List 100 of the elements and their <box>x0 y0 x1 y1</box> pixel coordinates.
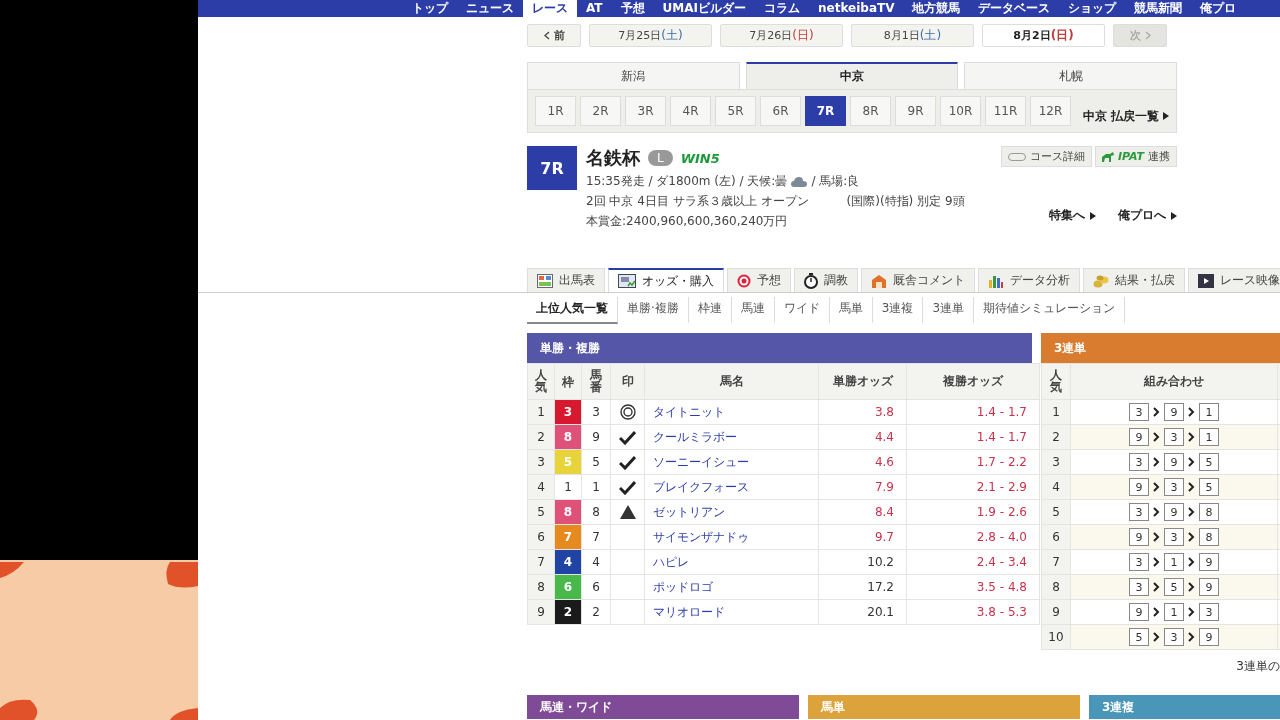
date-tab[interactable]: 8月2日(日) <box>982 24 1105 47</box>
race-number-tab[interactable]: 12R <box>1030 96 1071 126</box>
race-number-tab[interactable]: 8R <box>850 96 891 126</box>
horse-number-box: 5 <box>1199 478 1219 496</box>
chevron-icon <box>1188 632 1195 642</box>
race-tab[interactable]: データ分析 <box>978 268 1080 292</box>
date-tab[interactable]: 8月1日(土) <box>851 24 974 47</box>
feature-link[interactable]: 特集へ <box>1049 207 1096 224</box>
odds-sub-tab[interactable]: 上位人気一覧 <box>527 297 618 324</box>
nav-link[interactable]: レース <box>523 0 577 17</box>
prev-button[interactable]: 前 <box>527 24 581 47</box>
race-number-tab[interactable]: 7R <box>805 96 846 126</box>
race-number-tab[interactable]: 5R <box>715 96 756 126</box>
column-header: 馬番 <box>581 363 611 400</box>
chevron-icon <box>1188 532 1195 542</box>
chevron-icon <box>1153 582 1160 592</box>
place-odds-cell: 1.4 - 1.7 <box>906 399 1040 425</box>
table-icon <box>537 273 553 288</box>
horse-name-link[interactable]: ブレイクフォース <box>644 474 819 500</box>
course-detail-button[interactable]: コース詳細 <box>1000 146 1092 167</box>
horse-name-link[interactable]: クールミラボー <box>644 424 819 450</box>
race-tab[interactable]: 予想 <box>727 268 791 292</box>
nav-link[interactable]: トップ <box>403 0 457 17</box>
odds-sub-tab[interactable]: 期待値シミュレーション <box>974 297 1126 324</box>
horse-number-box: 5 <box>1129 628 1149 646</box>
section-header-bar: 馬連・ワイド <box>527 695 799 719</box>
horse-name-link[interactable]: ゼットリアン <box>644 499 819 525</box>
table-cell: 9 <box>581 424 611 450</box>
trifecta-note: 3連単の <box>1236 659 1280 673</box>
ipat-button[interactable]: IPAT 連携 <box>1094 146 1177 167</box>
odds-sub-tab[interactable]: 馬連 <box>731 297 775 324</box>
horse-name-link[interactable]: ポッドロゴ <box>644 574 819 600</box>
odds-sub-tab[interactable]: ワイド <box>774 297 830 324</box>
venue-tab[interactable]: 札幌 <box>964 62 1177 89</box>
chevron-icon <box>543 31 550 40</box>
feature-link[interactable]: 俺プロへ <box>1118 207 1177 224</box>
date-tab[interactable]: 7月26日(日) <box>720 24 843 47</box>
race-number-tab[interactable]: 6R <box>760 96 801 126</box>
race-tab[interactable]: 出馬表 <box>527 268 605 292</box>
venue-tab[interactable]: 中京 <box>745 62 959 89</box>
date-tab[interactable]: 7月25日(土) <box>589 24 712 47</box>
nav-link[interactable]: 競馬新聞 <box>1125 0 1192 17</box>
payout-link[interactable]: 中京 払戻一覧 <box>1082 107 1169 125</box>
nav-link[interactable]: netkeibaTV <box>809 0 904 17</box>
nav-link[interactable]: 予想 <box>611 0 654 17</box>
horse-number-box: 3 <box>1199 603 1219 621</box>
place-odds-cell: 2.1 - 2.9 <box>906 474 1040 500</box>
odds-sub-tab[interactable]: 枠連 <box>688 297 732 324</box>
race-number-tab[interactable]: 10R <box>940 96 981 126</box>
race-number-tab[interactable]: 1R <box>535 96 576 126</box>
nav-link[interactable]: データベース <box>969 0 1060 17</box>
horse-number-box: 5 <box>1164 578 1184 596</box>
odds-sub-tab[interactable]: 馬単 <box>829 297 873 324</box>
horse-name-link[interactable]: ソーニーイシュー <box>644 449 819 475</box>
nav-link[interactable]: コラム <box>755 0 809 17</box>
column-header: 印 <box>610 363 645 400</box>
odds-sub-tab[interactable]: 3連複 <box>872 297 924 324</box>
race-number-tab[interactable]: 3R <box>625 96 666 126</box>
nav-link[interactable]: UMAIビルダー <box>653 0 755 17</box>
place-odds-cell: 1.4 - 1.7 <box>906 424 1040 450</box>
odds-sub-tab[interactable]: 3連単 <box>923 297 975 324</box>
column-header: 人気 <box>527 363 555 400</box>
check-icon <box>619 479 636 495</box>
column-header: 枠 <box>554 363 582 400</box>
place-odds-cell: 3.5 - 4.8 <box>906 574 1040 600</box>
table-cell: 7 <box>581 524 611 550</box>
race-number-tab[interactable]: 9R <box>895 96 936 126</box>
table-cell: 2 <box>1041 424 1071 450</box>
odds-sub-tab[interactable]: 単勝·複勝 <box>618 297 689 324</box>
chevron-icon <box>1153 432 1160 442</box>
chevron-icon <box>1188 432 1195 442</box>
race-details: 2回 中京 4日目 サラ系３歳以上 オープン <box>586 193 809 210</box>
race-tab[interactable]: オッズ・購入 <box>608 268 724 292</box>
horse-name-link[interactable]: ハピレ <box>644 549 819 575</box>
race-number-tab[interactable]: 4R <box>670 96 711 126</box>
horse-name-link[interactable]: タイトニット <box>644 399 819 425</box>
win-odds-cell: 17.2 <box>818 574 907 600</box>
race-tab[interactable]: 厩舎コメント <box>861 268 975 292</box>
race-tab[interactable]: レース映像 <box>1188 268 1280 292</box>
chevron-icon <box>1153 407 1160 417</box>
table-cell: 3 <box>527 449 555 475</box>
nav-link[interactable]: 俺プロ <box>1191 0 1246 17</box>
chevron-icon <box>1153 482 1160 492</box>
horse-name-link[interactable]: マリオロード <box>644 599 819 625</box>
nav-link[interactable]: ショップ <box>1059 0 1126 17</box>
chevron-icon <box>1188 482 1195 492</box>
race-number-tab[interactable]: 2R <box>580 96 621 126</box>
race-number-tab[interactable]: 11R <box>985 96 1026 126</box>
horse-number-box: 9 <box>1129 478 1149 496</box>
nav-link[interactable]: AT <box>577 0 612 17</box>
nav-link[interactable]: ニュース <box>457 0 523 17</box>
horse-name-link[interactable]: サイモンザナドゥ <box>644 524 819 550</box>
nav-link[interactable]: 地方競馬 <box>903 0 970 17</box>
place-odds-cell: 2.8 - 4.0 <box>906 524 1040 550</box>
horse-number-box: 3 <box>1129 403 1149 421</box>
chevron-icon <box>1188 407 1195 417</box>
win-odds-cell: 7.9 <box>818 474 907 500</box>
race-tab[interactable]: 結果・払戻 <box>1083 268 1185 292</box>
venue-tab[interactable]: 新潟 <box>527 62 740 89</box>
race-tab[interactable]: 調教 <box>794 268 858 292</box>
